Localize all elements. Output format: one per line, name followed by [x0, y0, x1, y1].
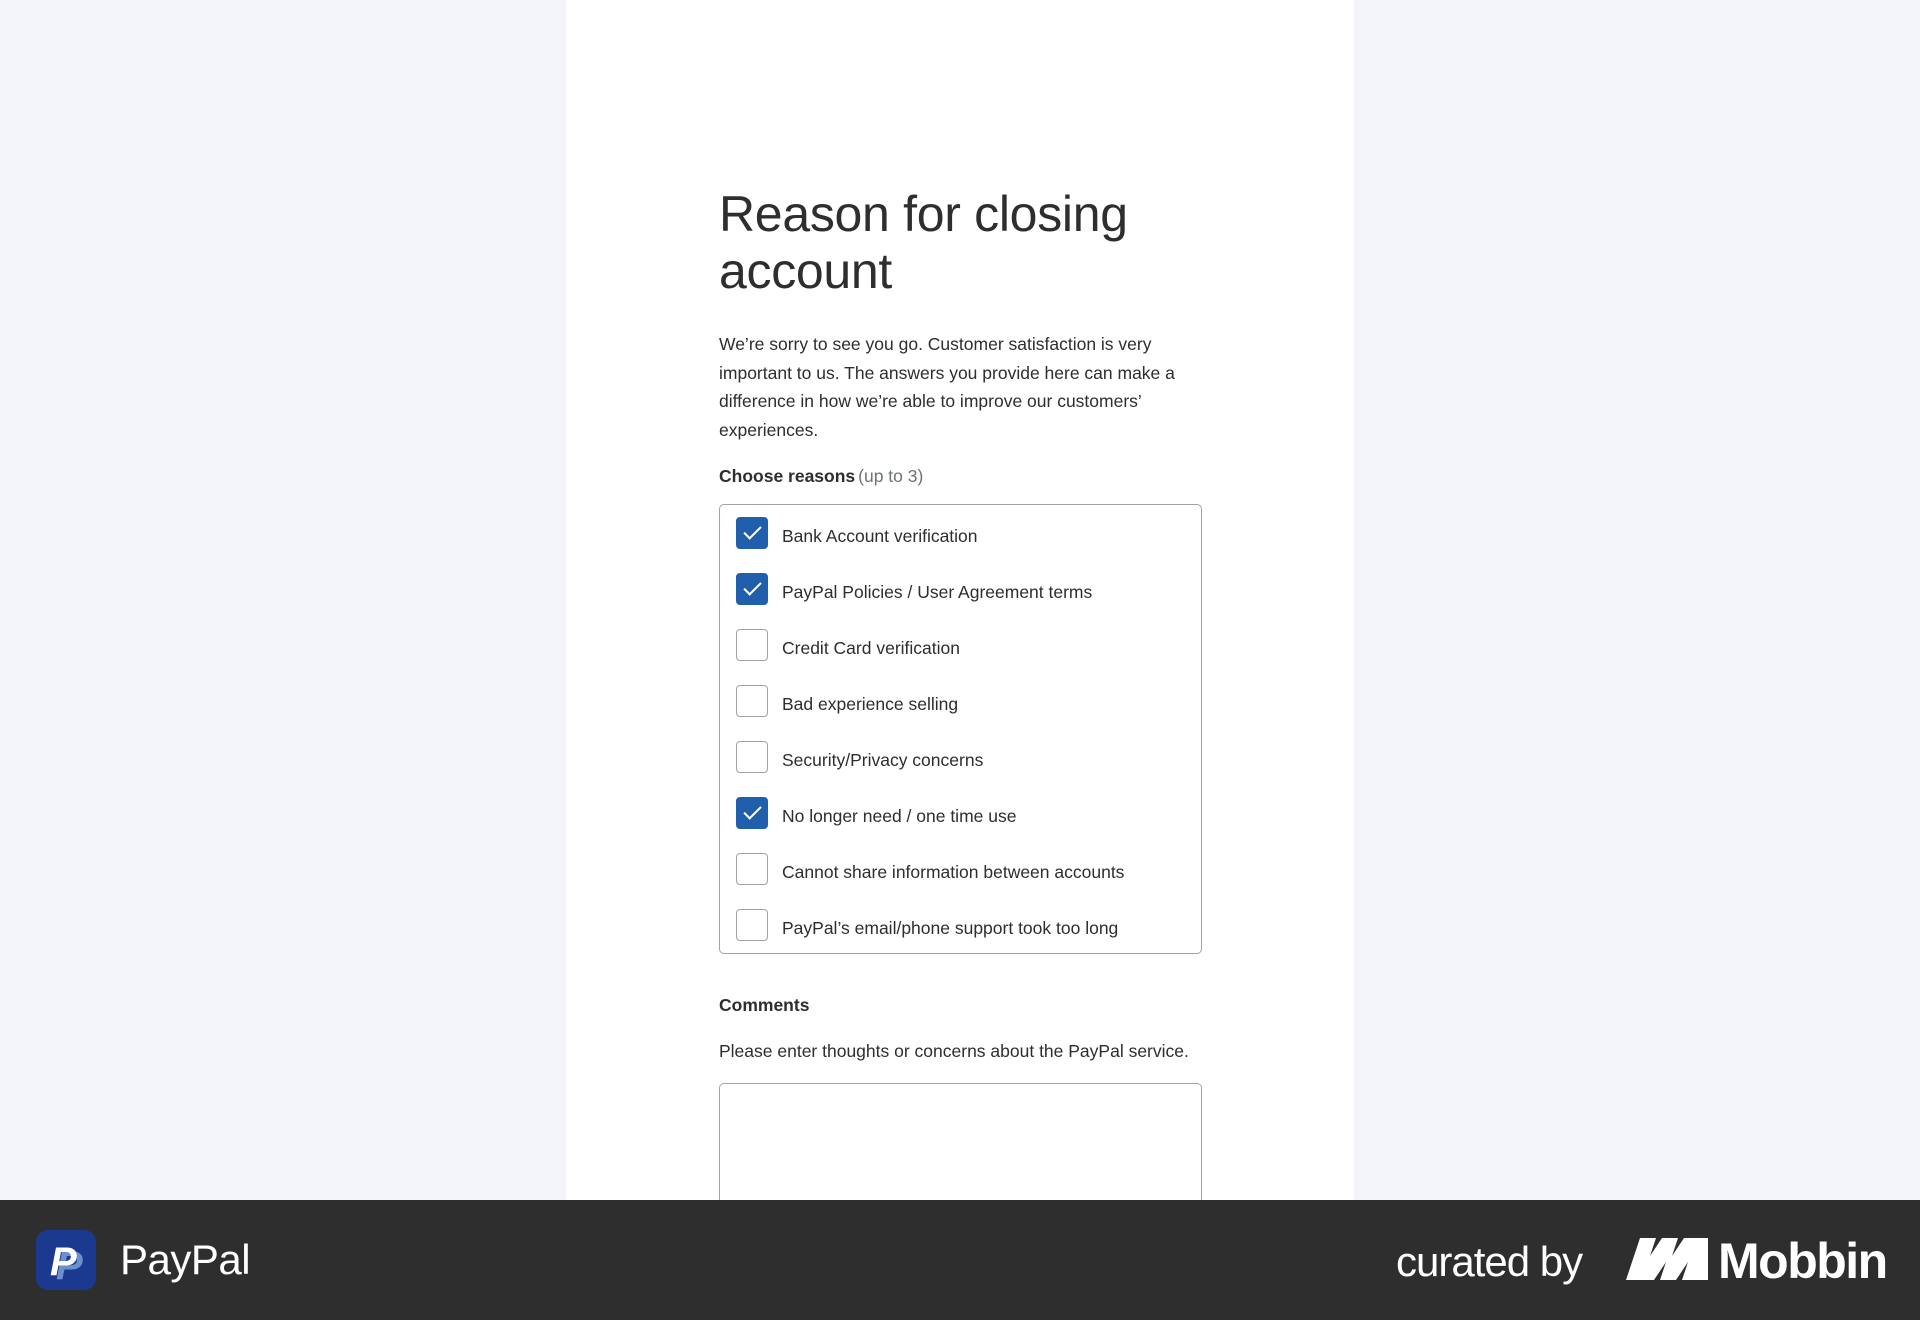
- reason-label: Bad experience selling: [782, 693, 959, 714]
- checkbox[interactable]: [736, 909, 768, 941]
- checkbox[interactable]: [736, 741, 768, 773]
- brand-name: PayPal: [120, 1236, 251, 1283]
- choose-reasons-hint: (up to 3): [858, 466, 924, 486]
- reason-option[interactable]: PayPal Policies / User Agreement terms: [736, 569, 1092, 609]
- checkbox[interactable]: [736, 573, 768, 605]
- reason-label: Security/Privacy concerns: [782, 749, 984, 770]
- reason-option[interactable]: Security/Privacy concerns: [736, 737, 983, 777]
- reason-option[interactable]: Credit Card verification: [736, 625, 960, 665]
- comments-hint: Please enter thoughts or concerns about …: [719, 1041, 1189, 1061]
- checkbox[interactable]: [736, 853, 768, 885]
- choose-reasons-text: Choose reasons: [719, 466, 856, 486]
- checkbox[interactable]: [736, 797, 768, 829]
- paypal-logo-icon: PP: [36, 1230, 96, 1290]
- footer-bar: PP PayPal curated by Mobbin: [0, 1200, 1920, 1320]
- reason-option[interactable]: No longer need / one time use: [736, 793, 1016, 833]
- checkbox[interactable]: [736, 517, 768, 549]
- checkbox[interactable]: [736, 629, 768, 661]
- reason-label: Credit Card verification: [782, 637, 960, 658]
- page-title: Reason for closing account: [719, 186, 1128, 299]
- reason-option[interactable]: Cannot share information between account…: [736, 849, 1124, 889]
- reason-label: Cannot share information between account…: [782, 861, 1125, 882]
- reason-label: No longer need / one time use: [782, 805, 1017, 826]
- choose-reasons-label: Choose reasons (up to 3): [719, 466, 923, 487]
- reason-label: Bank Account verification: [782, 525, 978, 546]
- reason-option[interactable]: Bad experience selling: [736, 681, 958, 721]
- comments-label: Comments: [719, 995, 810, 1015]
- close-account-modal: Reason for closing account We’re sorry t…: [566, 0, 1354, 1200]
- curator-name: Mobbin: [1718, 1233, 1888, 1289]
- comments-field[interactable]: [719, 1083, 1202, 1200]
- mobbin-logo-icon: [1626, 1238, 1708, 1280]
- reason-label: PayPal Policies / User Agreement terms: [782, 581, 1093, 602]
- checkbox[interactable]: [736, 685, 768, 717]
- intro-text: We’re sorry to see you go. Customer sati…: [719, 334, 1175, 440]
- curated-by-label: curated by: [1396, 1238, 1583, 1285]
- reason-option[interactable]: PayPal’s email/phone support took too lo…: [736, 905, 1118, 945]
- reason-option[interactable]: Bank Account verification: [736, 513, 978, 553]
- reasons-list: Bank Account verification PayPal Policie…: [719, 504, 1202, 954]
- reason-label: PayPal’s email/phone support took too lo…: [782, 917, 1119, 938]
